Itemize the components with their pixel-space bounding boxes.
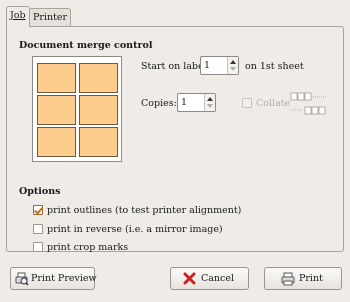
print-outlines-checkbox[interactable] bbox=[33, 205, 43, 215]
spin-up-icon[interactable] bbox=[207, 97, 213, 101]
spin-up-icon[interactable] bbox=[230, 60, 236, 64]
merge-section-title: Document merge control bbox=[19, 40, 153, 51]
copies-label: Copies: bbox=[141, 98, 177, 109]
print-reverse-checkbox[interactable] bbox=[33, 224, 43, 234]
tab-printer-label: Printer bbox=[33, 12, 68, 23]
print-outlines-label: print outlines (to test printer alignmen… bbox=[47, 205, 242, 216]
print-crop-marks-label: print crop marks bbox=[47, 242, 129, 253]
label-sheet-preview bbox=[32, 56, 122, 162]
print-label: Print bbox=[299, 273, 323, 284]
label-cell bbox=[79, 127, 118, 157]
spin-down-icon[interactable] bbox=[230, 67, 236, 71]
spinner-buttons[interactable] bbox=[227, 57, 238, 74]
label-cell bbox=[79, 63, 118, 93]
printer-icon bbox=[281, 272, 295, 286]
print-reverse-label: print in reverse (i.e. a mirror image) bbox=[47, 224, 223, 235]
print-crop-marks-checkbox[interactable] bbox=[33, 242, 43, 252]
spin-down-icon[interactable] bbox=[207, 104, 213, 108]
label-cell bbox=[37, 127, 76, 157]
tab-printer[interactable]: Printer bbox=[29, 8, 72, 26]
collate-checkbox[interactable] bbox=[242, 98, 252, 108]
label-cell bbox=[79, 95, 118, 125]
print-preview-button[interactable]: Print Preview bbox=[10, 267, 97, 290]
cancel-button[interactable]: Cancel bbox=[170, 267, 249, 290]
collate-icon bbox=[290, 92, 327, 115]
start-suffix-text: on 1st sheet bbox=[245, 61, 304, 72]
cancel-label: Cancel bbox=[201, 273, 235, 284]
start-label-spinner[interactable]: 1 bbox=[200, 56, 239, 75]
cancel-icon bbox=[183, 272, 196, 285]
options-section-title: Options bbox=[19, 186, 61, 197]
tab-job[interactable]: Job bbox=[6, 6, 30, 27]
start-label-text: Start on label bbox=[141, 61, 207, 72]
print-preview-label: Print Preview bbox=[31, 273, 97, 284]
start-label-value: 1 bbox=[204, 60, 211, 71]
copies-value: 1 bbox=[181, 97, 188, 108]
label-cell bbox=[37, 63, 76, 93]
print-button[interactable]: Print bbox=[264, 267, 342, 290]
spinner-buttons[interactable] bbox=[204, 94, 215, 111]
label-cell bbox=[37, 95, 76, 125]
print-preview-icon bbox=[15, 272, 29, 286]
copies-spinner[interactable]: 1 bbox=[177, 93, 216, 112]
collate-label: Collate bbox=[256, 98, 291, 109]
tab-job-label: Job bbox=[10, 10, 26, 21]
